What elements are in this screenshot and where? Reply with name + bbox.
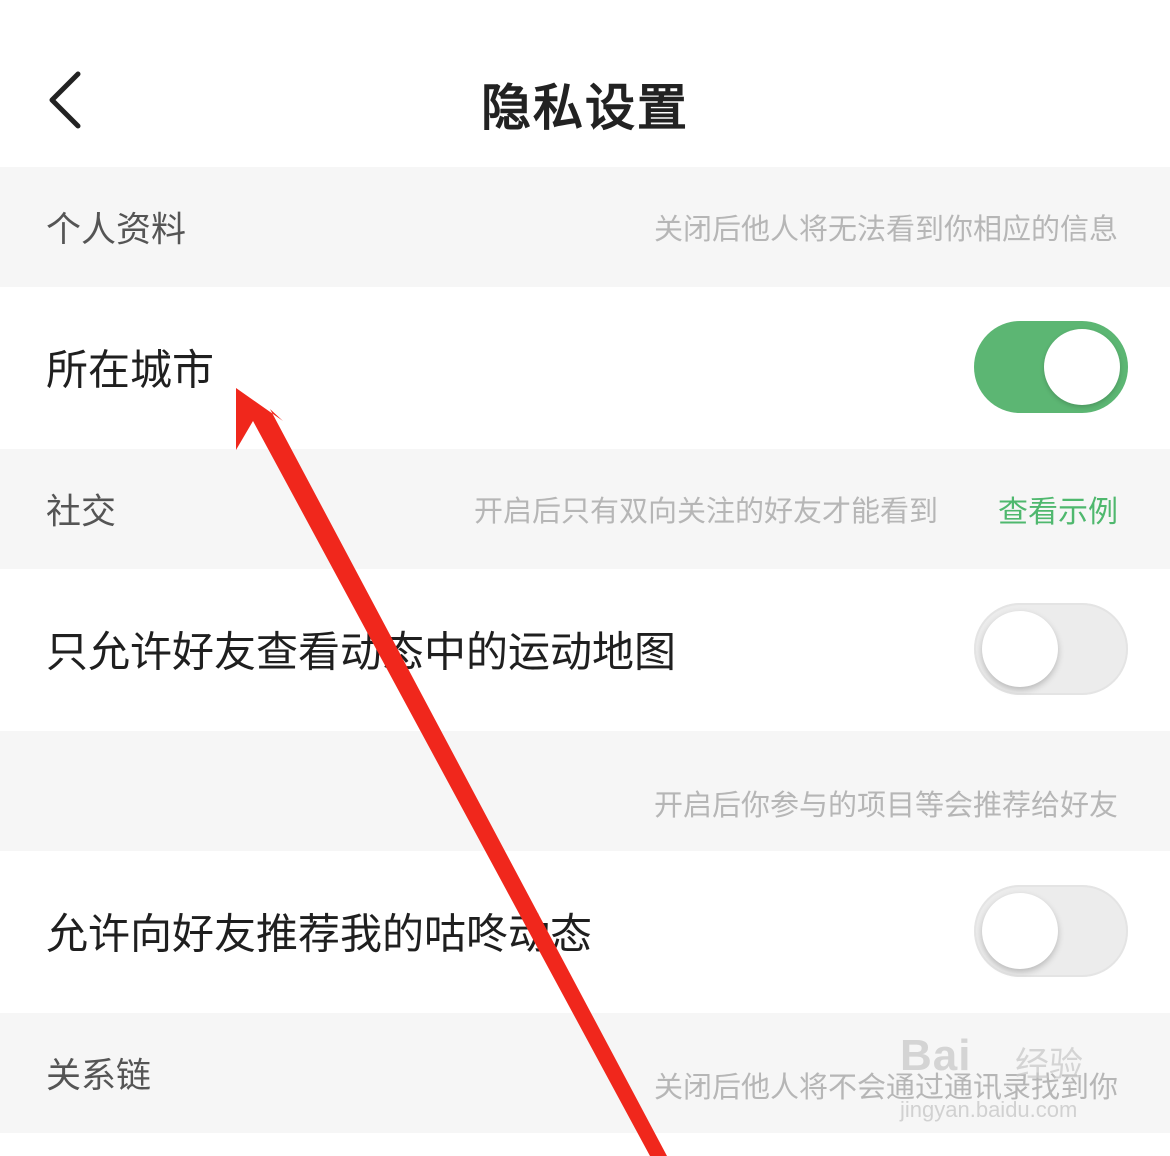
toggle-knob <box>982 611 1058 687</box>
watermark-brand: Bai <box>900 1031 972 1080</box>
setting-label: 所在城市 <box>46 345 215 395</box>
section-label: 个人资料 <box>46 210 187 251</box>
section-header-social: 社交 开启后只有双向关注的好友才能看到 查看示例 <box>0 449 1170 569</box>
toggle-knob <box>982 893 1058 969</box>
view-example-link[interactable]: 查看示例 <box>998 487 1118 531</box>
section-hint: 开启后你参与的项目等会推荐给好友 <box>653 788 1118 822</box>
setting-label: 允许向好友推荐我的咕咚动态 <box>46 909 593 959</box>
page-title: 隐私设置 <box>481 79 689 137</box>
section-hint: 开启后只有双向关注的好友才能看到 <box>473 494 938 528</box>
section-label: 关系链 <box>46 1056 152 1097</box>
toggle-knob <box>1044 329 1120 405</box>
baidu-watermark: Bai 经验 jingyan.baidu.com <box>880 1025 1130 1135</box>
watermark-url: jingyan.baidu.com <box>900 1097 1078 1122</box>
watermark-sub: 经验 <box>1015 1045 1083 1085</box>
recommend-toggle[interactable] <box>974 885 1128 977</box>
section-header-recommend: 开启后你参与的项目等会推荐给好友 <box>0 731 1170 851</box>
section-hint: 关闭后他人将无法看到你相应的信息 <box>653 212 1118 246</box>
setting-row-sport-map[interactable]: 只允许好友查看动态中的运动地图 <box>0 569 1170 729</box>
section-label: 社交 <box>46 492 117 533</box>
setting-row-city[interactable]: 所在城市 <box>0 287 1170 447</box>
setting-row-recommend[interactable]: 允许向好友推荐我的咕咚动态 <box>0 851 1170 1011</box>
sport-map-toggle[interactable] <box>974 603 1128 695</box>
section-header-profile: 个人资料 关闭后他人将无法看到你相应的信息 <box>0 167 1170 287</box>
city-toggle[interactable] <box>974 321 1128 413</box>
header-bar: 隐私设置 <box>0 0 1170 167</box>
setting-label: 只允许好友查看动态中的运动地图 <box>46 627 677 677</box>
